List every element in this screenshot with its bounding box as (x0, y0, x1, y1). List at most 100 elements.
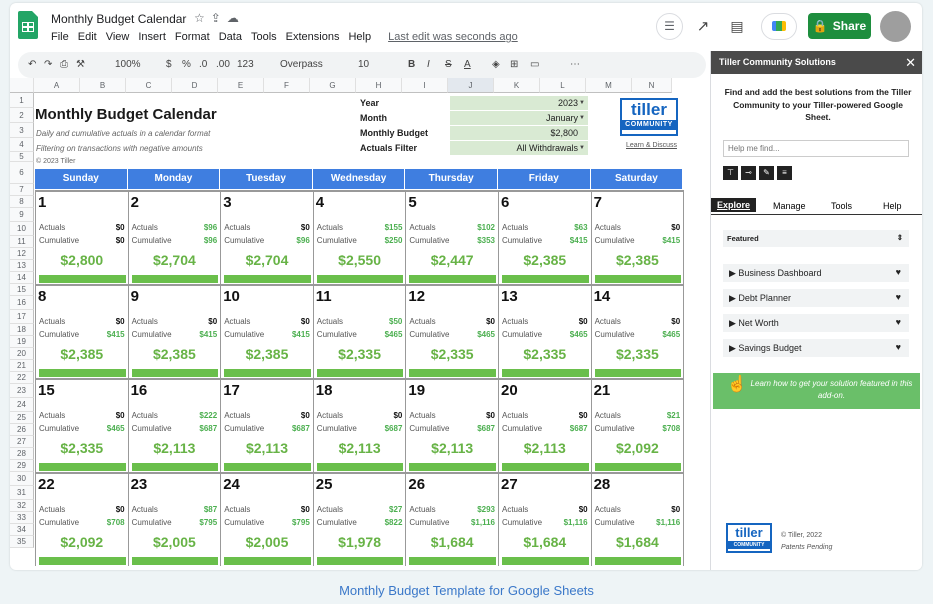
row-header[interactable]: 26 (10, 424, 34, 436)
calendar-day-cell[interactable]: 6 Actuals $63 Cumulative $415 $2,385 (498, 190, 592, 285)
calendar-day-cell[interactable]: 15 Actuals $0 Cumulative $465 $2,335 (35, 378, 129, 473)
bold-button[interactable]: B (408, 59, 415, 70)
column-header[interactable]: N (632, 78, 672, 93)
row-header[interactable]: 31 (10, 486, 34, 500)
tab-tools[interactable]: Tools (831, 201, 852, 211)
comment-history-icon[interactable]: ☰ (656, 12, 683, 40)
trend-icon[interactable]: ↗ (692, 12, 714, 40)
menu-view[interactable]: View (106, 31, 130, 43)
row-header[interactable]: 22 (10, 372, 34, 384)
redo-icon[interactable]: ↷ (44, 59, 52, 70)
featured-select[interactable]: Featured ⇕ (723, 230, 909, 247)
avatar[interactable] (880, 10, 911, 42)
heart-icon[interactable]: ♥ (896, 342, 901, 352)
row-header[interactable]: 33 (10, 512, 34, 524)
row-header[interactable]: 3 (10, 123, 34, 138)
cloud-icon[interactable]: ☁ (227, 11, 239, 25)
row-header[interactable]: 7 (10, 184, 34, 196)
row-header[interactable]: 11 (10, 236, 34, 248)
menu-help[interactable]: Help (348, 31, 371, 43)
column-header[interactable]: A (34, 78, 80, 93)
font-select[interactable]: Overpass (280, 59, 323, 70)
calendar-day-cell[interactable]: 3 Actuals $0 Cumulative $96 $2,704 (220, 190, 314, 285)
calendar-day-cell[interactable]: 28 Actuals $0 Cumulative $1,116 $1,684 (590, 472, 685, 566)
fill-color-icon[interactable]: ◈ (492, 59, 500, 70)
calendar-day-cell[interactable]: 9 Actuals $0 Cumulative $415 $2,385 (127, 284, 222, 379)
meet-icon[interactable] (761, 12, 797, 40)
edit-icon[interactable]: ✎ (759, 166, 774, 180)
row-header[interactable]: 28 (10, 448, 34, 460)
link-icon[interactable]: ⊸ (741, 166, 756, 180)
calendar-day-cell[interactable]: 20 Actuals $0 Cumulative $687 $2,113 (498, 378, 592, 473)
calendar-day-cell[interactable]: 27 Actuals $0 Cumulative $1,116 $1,684 (498, 472, 592, 566)
row-header[interactable]: 23 (10, 384, 34, 398)
learn-discuss-link[interactable]: Learn & Discuss (626, 142, 677, 149)
calendar-day-cell[interactable]: 21 Actuals $21 Cumulative $708 $2,092 (590, 378, 685, 473)
menu-insert[interactable]: Insert (138, 31, 166, 43)
calendar-day-cell[interactable]: 22 Actuals $0 Cumulative $708 $2,092 (35, 472, 129, 566)
calendar-day-cell[interactable]: 14 Actuals $0 Cumulative $465 $2,335 (590, 284, 685, 379)
column-header[interactable]: D (172, 78, 218, 93)
percent-button[interactable]: % (182, 59, 191, 70)
row-header[interactable]: 19 (10, 336, 34, 348)
row-header[interactable]: 1 (10, 93, 34, 108)
heart-icon[interactable]: ♥ (896, 317, 901, 327)
column-header[interactable]: H (356, 78, 402, 93)
zoom-select[interactable]: 100% (115, 59, 141, 70)
row-header[interactable]: 35 (10, 536, 34, 548)
corner-cell[interactable] (10, 78, 34, 93)
calendar-day-cell[interactable]: 19 Actuals $0 Cumulative $687 $2,113 (405, 378, 499, 473)
italic-button[interactable]: I (427, 59, 430, 70)
sheets-logo-icon[interactable] (18, 11, 38, 39)
undo-icon[interactable]: ↶ (28, 59, 36, 70)
row-header[interactable]: 13 (10, 260, 34, 272)
merge-icon[interactable]: ▭ (530, 59, 539, 70)
font-size-select[interactable]: 10 (358, 59, 369, 70)
solution-item[interactable]: ▶ Net Worth ♥ (723, 314, 909, 332)
more-button[interactable]: ⋯ (570, 59, 580, 70)
calendar-day-cell[interactable]: 8 Actuals $0 Cumulative $415 $2,385 (35, 284, 129, 379)
strikethrough-button[interactable]: S (445, 59, 452, 70)
calendar-day-cell[interactable]: 7 Actuals $0 Cumulative $415 $2,385 (590, 190, 685, 285)
tab-explore[interactable]: Explore (711, 198, 757, 212)
calendar-day-cell[interactable]: 12 Actuals $0 Cumulative $465 $2,335 (405, 284, 499, 379)
column-header[interactable]: I (402, 78, 448, 93)
text-color-button[interactable]: A (464, 59, 471, 70)
column-header[interactable]: G (310, 78, 356, 93)
calendar-day-cell[interactable]: 26 Actuals $293 Cumulative $1,116 $1,684 (405, 472, 499, 566)
row-header[interactable]: 20 (10, 348, 34, 360)
row-header[interactable]: 12 (10, 248, 34, 260)
calendar-day-cell[interactable]: 25 Actuals $27 Cumulative $822 $1,978 (312, 472, 407, 566)
column-header[interactable]: E (218, 78, 264, 93)
row-header[interactable]: 24 (10, 398, 34, 412)
increase-decimal-button[interactable]: .00 (216, 59, 230, 70)
column-header[interactable]: L (540, 78, 586, 93)
row-header[interactable]: 32 (10, 500, 34, 512)
row-header[interactable]: 18 (10, 324, 34, 336)
row-header[interactable]: 16 (10, 296, 34, 310)
menu-edit[interactable]: Edit (78, 31, 97, 43)
row-header[interactable]: 17 (10, 310, 34, 324)
menu-file[interactable]: File (51, 31, 69, 43)
heart-icon[interactable]: ♥ (896, 267, 901, 277)
param-value[interactable]: All Withdrawals (450, 141, 588, 155)
filter-icon[interactable]: ⊤ (723, 166, 738, 180)
calendar-day-cell[interactable]: 17 Actuals $0 Cumulative $687 $2,113 (220, 378, 314, 473)
document-icon[interactable]: ≡ (777, 166, 792, 180)
row-header[interactable]: 10 (10, 222, 34, 236)
menu-tools[interactable]: Tools (251, 31, 277, 43)
column-header[interactable]: J (448, 78, 494, 93)
solution-item[interactable]: ▶ Savings Budget ♥ (723, 339, 909, 357)
row-header[interactable]: 29 (10, 460, 34, 472)
menu-format[interactable]: Format (175, 31, 210, 43)
calendar-day-cell[interactable]: 24 Actuals $0 Cumulative $795 $2,005 (220, 472, 314, 566)
column-header[interactable]: C (126, 78, 172, 93)
doc-title[interactable]: Monthly Budget Calendar (51, 12, 186, 26)
move-icon[interactable]: ⇪ (211, 11, 221, 25)
tab-help[interactable]: Help (883, 201, 902, 211)
format-select[interactable]: 123 (237, 59, 254, 70)
row-header[interactable]: 27 (10, 436, 34, 448)
param-value[interactable]: January (450, 111, 588, 125)
calendar-day-cell[interactable]: 5 Actuals $102 Cumulative $353 $2,447 (405, 190, 499, 285)
row-header[interactable]: 2 (10, 108, 34, 123)
